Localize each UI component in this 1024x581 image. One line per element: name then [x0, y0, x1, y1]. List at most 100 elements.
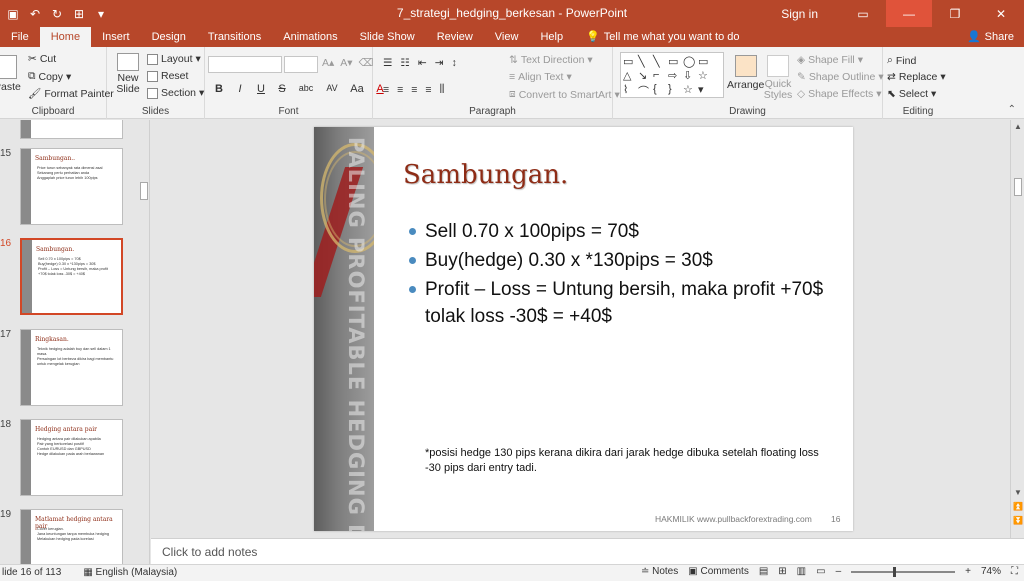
previous-slide-icon[interactable]: ⏫: [1011, 502, 1024, 514]
cut-button[interactable]: ✂ Cut: [28, 53, 56, 65]
align-center-icon[interactable]: ≡: [397, 84, 403, 96]
justify-icon[interactable]: ≡: [425, 84, 431, 96]
underline-button[interactable]: U: [255, 83, 267, 95]
format-painter-button[interactable]: 🖌 Format Painter: [28, 87, 114, 101]
bullet-list[interactable]: Sell 0.70 x 100pips = 70$ Buy(hedge) 0.3…: [408, 218, 838, 332]
text-direction-icon: ⇅: [509, 54, 518, 66]
text-direction-button[interactable]: ⇅ Text Direction ▾: [509, 54, 593, 66]
slide-sorter-icon[interactable]: ⊞: [778, 566, 786, 577]
strikethrough-button[interactable]: S: [276, 83, 288, 95]
layout-button[interactable]: Layout ▾: [147, 53, 201, 65]
alignment-buttons: ≡ ≡ ≡ ≡ ⫼: [383, 83, 444, 96]
zoom-slider-knob[interactable]: [893, 566, 897, 577]
arrange-button[interactable]: Arrange: [727, 55, 764, 91]
person-icon: 👤: [966, 31, 981, 43]
fit-to-window-icon[interactable]: ⛶: [1011, 566, 1018, 577]
character-spacing-button[interactable]: AV: [324, 83, 340, 95]
slide-title[interactable]: Sambungan.: [403, 160, 568, 190]
scroll-down-icon[interactable]: ▼: [1011, 488, 1024, 500]
section-button[interactable]: Section ▾: [147, 87, 204, 99]
language-indicator[interactable]: ▦ English (Malaysia): [83, 567, 177, 578]
font-family-combo[interactable]: [208, 56, 282, 73]
scroll-thumb[interactable]: [140, 182, 148, 200]
minimize-button[interactable]: —: [886, 0, 932, 27]
paste-button[interactable]: Paste: [0, 55, 21, 93]
bullets-icon[interactable]: ☰: [383, 57, 392, 69]
ribbon-display-options-icon[interactable]: ▭: [840, 0, 886, 27]
redo-icon[interactable]: ↻: [50, 7, 64, 21]
tab-animations[interactable]: Animations: [272, 27, 348, 47]
tab-design[interactable]: Design: [141, 27, 197, 47]
shape-outline-button[interactable]: ✎ Shape Outline ▾: [797, 71, 884, 83]
convert-smartart-button[interactable]: ⧈ Convert to SmartArt ▾: [509, 88, 620, 101]
change-case-button[interactable]: Aa: [349, 83, 365, 95]
footnote-text[interactable]: *posisi hedge 130 pips kerana dikira dar…: [425, 446, 835, 476]
font-size-buttons: A▴ A▾ ⌫: [322, 57, 373, 69]
paragraph-group: ☰ ☷ ⇤ ⇥ ↕ ⇅ Text Direction ▾ ≡ Align Text ▾ ≡ ≡ ≡ ≡…: [373, 47, 620, 119]
line-spacing-icon[interactable]: ↕: [451, 57, 456, 69]
font-group: A▴ A▾ ⌫ B I U S abc AV Aa A Font: [205, 47, 384, 119]
shape-fill-button[interactable]: ◈ Shape Fill ▾: [797, 54, 863, 66]
editor-scrollbar[interactable]: ▲ ▼ ⏫ ⏬: [1010, 120, 1024, 538]
tab-help[interactable]: Help: [529, 27, 574, 47]
notes-toggle[interactable]: ≐ Notes: [641, 566, 678, 577]
tab-slide-show[interactable]: Slide Show: [349, 27, 426, 47]
new-slide-button[interactable]: New Slide: [115, 53, 141, 95]
notes-pane[interactable]: Click to add notes: [151, 538, 1024, 564]
normal-view-icon[interactable]: ▤: [759, 566, 768, 577]
customize-qat-icon[interactable]: ▾: [94, 7, 108, 21]
copy-button[interactable]: ⧉ Copy ▾: [28, 70, 71, 83]
numbering-icon[interactable]: ☷: [400, 57, 409, 69]
bold-button[interactable]: B: [213, 83, 225, 95]
replace-icon: ⇄: [887, 71, 896, 83]
current-slide[interactable]: PALING PROFITABLE HEDGING DIBONGKAR! - P…: [314, 127, 853, 531]
save-icon[interactable]: ▣: [6, 7, 20, 21]
shrink-font-icon[interactable]: A▾: [340, 57, 352, 69]
zoom-slider[interactable]: [851, 566, 956, 577]
align-text-button[interactable]: ≡ Align Text ▾: [509, 71, 572, 83]
grow-font-icon[interactable]: A▴: [322, 57, 334, 69]
tab-insert[interactable]: Insert: [91, 27, 141, 47]
start-from-beginning-icon[interactable]: ⊞: [72, 7, 86, 21]
tab-review[interactable]: Review: [426, 27, 484, 47]
tell-me-search[interactable]: 💡 Tell me what you want to do: [574, 27, 739, 47]
slideshow-view-icon[interactable]: ▭: [816, 566, 825, 577]
zoom-out-icon[interactable]: –: [836, 566, 842, 577]
shadow-button[interactable]: abc: [297, 83, 315, 95]
shape-effects-button[interactable]: ◇ Shape Effects ▾: [797, 88, 882, 100]
tab-transitions[interactable]: Transitions: [197, 27, 272, 47]
align-left-icon[interactable]: ≡: [383, 84, 389, 96]
replace-button[interactable]: ⇄ Replace ▾: [887, 71, 946, 83]
clear-formatting-icon[interactable]: ⌫: [359, 57, 374, 69]
decrease-indent-icon[interactable]: ⇤: [418, 57, 427, 69]
next-slide-icon[interactable]: ⏬: [1011, 516, 1024, 528]
close-button[interactable]: ✕: [978, 0, 1024, 27]
scroll-up-icon[interactable]: ▲: [1011, 122, 1024, 134]
thumbnail-title: Sambungan..: [35, 155, 76, 162]
italic-button[interactable]: I: [234, 83, 246, 95]
collapse-ribbon-icon[interactable]: ⌃: [1008, 104, 1016, 115]
quick-styles-button[interactable]: Quick Styles: [763, 55, 793, 101]
tab-view[interactable]: View: [484, 27, 530, 47]
select-button[interactable]: ⬉ Select ▾: [887, 88, 936, 100]
columns-icon[interactable]: ⫼: [440, 83, 445, 96]
comments-toggle[interactable]: ▣ Comments: [688, 566, 749, 577]
scroll-thumb[interactable]: [1014, 178, 1022, 196]
shapes-gallery[interactable]: ▭ ╲ ╲ ▭ ◯ ▭ △ ↘ ⌐ ⇨ ⇩ ☆ ⌇ ⌒{} ☆ ▾: [620, 52, 724, 98]
undo-icon[interactable]: ↶: [28, 7, 42, 21]
font-size-combo[interactable]: [284, 56, 318, 73]
sign-in-link[interactable]: Sign in: [781, 7, 818, 21]
find-button[interactable]: ⌕ Find: [887, 54, 916, 67]
reset-button[interactable]: Reset: [147, 70, 188, 82]
align-right-icon[interactable]: ≡: [411, 84, 417, 96]
thumbnails-scrollbar[interactable]: [138, 120, 149, 565]
tab-file[interactable]: File: [0, 27, 40, 47]
restore-button[interactable]: ❐: [932, 0, 978, 27]
reading-view-icon[interactable]: ▥: [797, 566, 806, 577]
zoom-in-icon[interactable]: +: [965, 566, 971, 577]
increase-indent-icon[interactable]: ⇥: [435, 57, 444, 69]
share-button[interactable]: 👤 Share: [967, 27, 1014, 47]
tab-home[interactable]: Home: [39, 27, 92, 47]
font-label: Font: [278, 106, 299, 117]
zoom-level[interactable]: 74%: [981, 566, 1001, 577]
